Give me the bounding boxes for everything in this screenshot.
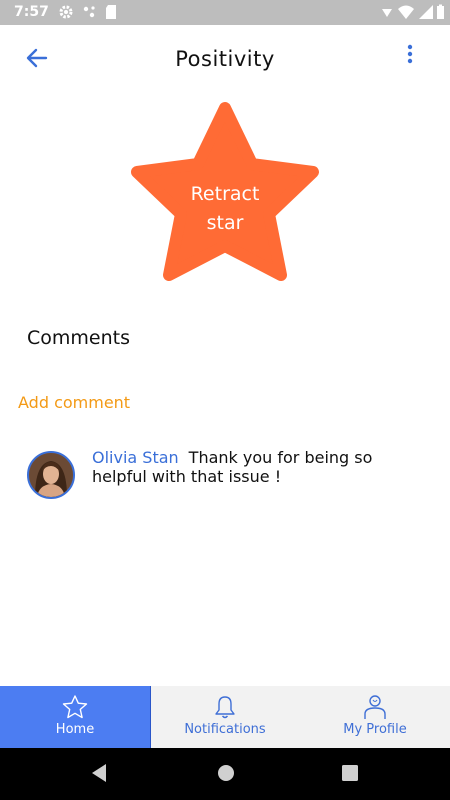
status-time: 7:57	[14, 4, 49, 20]
page-title: Positivity	[175, 47, 275, 71]
bottom-nav: Home Notifications My Profile	[0, 686, 450, 748]
status-bar: 7:57	[0, 0, 450, 25]
nav-notifications-label: Notifications	[184, 722, 266, 737]
retract-star-button[interactable]: Retract star	[130, 100, 320, 285]
more-options-button[interactable]	[398, 40, 422, 72]
avatar[interactable]	[27, 451, 75, 499]
comments-heading: Comments	[27, 327, 130, 349]
battery-icon	[436, 4, 445, 24]
nav-divider	[150, 686, 151, 748]
star-label-line2: star	[206, 212, 244, 234]
star-button-label: Retract star	[130, 180, 320, 238]
system-home-icon[interactable]	[215, 762, 237, 788]
star-outline-icon	[61, 694, 89, 720]
nav-my-profile[interactable]: My Profile	[300, 686, 450, 748]
signal-strength-icon	[418, 4, 434, 24]
sd-card-icon	[104, 4, 118, 24]
app-bar: Positivity	[0, 25, 450, 95]
more-vert-icon	[407, 44, 413, 68]
bell-icon	[211, 694, 239, 720]
nav-home[interactable]: Home	[0, 686, 150, 748]
comment-item: Olivia Stan Thank you for being so helpfu…	[27, 448, 427, 508]
add-comment-button[interactable]: Add comment	[18, 393, 130, 412]
cast-dots-icon	[82, 4, 98, 24]
signal-dot-icon	[380, 4, 394, 24]
person-icon	[361, 694, 389, 720]
star-label-line1: Retract	[190, 183, 260, 205]
nav-home-label: Home	[55, 722, 95, 737]
wifi-icon	[397, 4, 415, 24]
nav-my-profile-label: My Profile	[343, 722, 407, 737]
comment-author[interactable]: Olivia Stan	[92, 448, 179, 467]
system-recents-icon[interactable]	[340, 762, 360, 788]
system-nav-bar	[0, 748, 450, 800]
settings-gear-icon	[58, 4, 74, 24]
nav-notifications[interactable]: Notifications	[150, 686, 300, 748]
comment-text: Olivia Stan Thank you for being so helpfu…	[92, 448, 412, 486]
system-back-icon[interactable]	[89, 762, 109, 788]
